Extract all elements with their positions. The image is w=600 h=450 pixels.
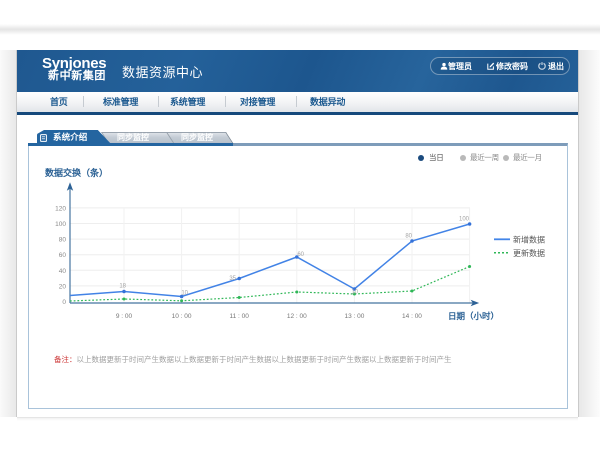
svg-text:60: 60 [59,252,67,259]
svg-text:13 : 00: 13 : 00 [344,313,364,320]
svg-text:数据交换（条）: 数据交换（条） [45,167,108,178]
svg-text:新增数据: 新增数据 [513,234,545,244]
svg-text:100: 100 [55,221,66,228]
svg-text:80: 80 [405,234,412,240]
svg-text:40: 40 [59,268,67,275]
svg-text:10 : 00: 10 : 00 [172,313,192,320]
svg-text:18: 18 [119,284,126,290]
svg-text:11 : 00: 11 : 00 [229,313,249,320]
svg-text:20: 20 [59,283,67,290]
svg-text:更新数据: 更新数据 [513,248,545,258]
svg-text:100: 100 [459,217,470,223]
svg-text:14 : 00: 14 : 00 [402,313,422,320]
svg-text:12 : 00: 12 : 00 [287,313,307,320]
svg-text:0: 0 [62,299,66,306]
svg-text:120: 120 [55,205,66,212]
svg-text:10: 10 [181,291,188,297]
svg-text:80: 80 [59,237,67,244]
svg-text:35: 35 [229,276,236,282]
svg-text:9 : 00: 9 : 00 [116,313,133,320]
svg-text:10: 10 [351,290,358,296]
svg-text:日期（小时）: 日期（小时） [448,311,499,321]
svg-text:60: 60 [297,252,304,258]
